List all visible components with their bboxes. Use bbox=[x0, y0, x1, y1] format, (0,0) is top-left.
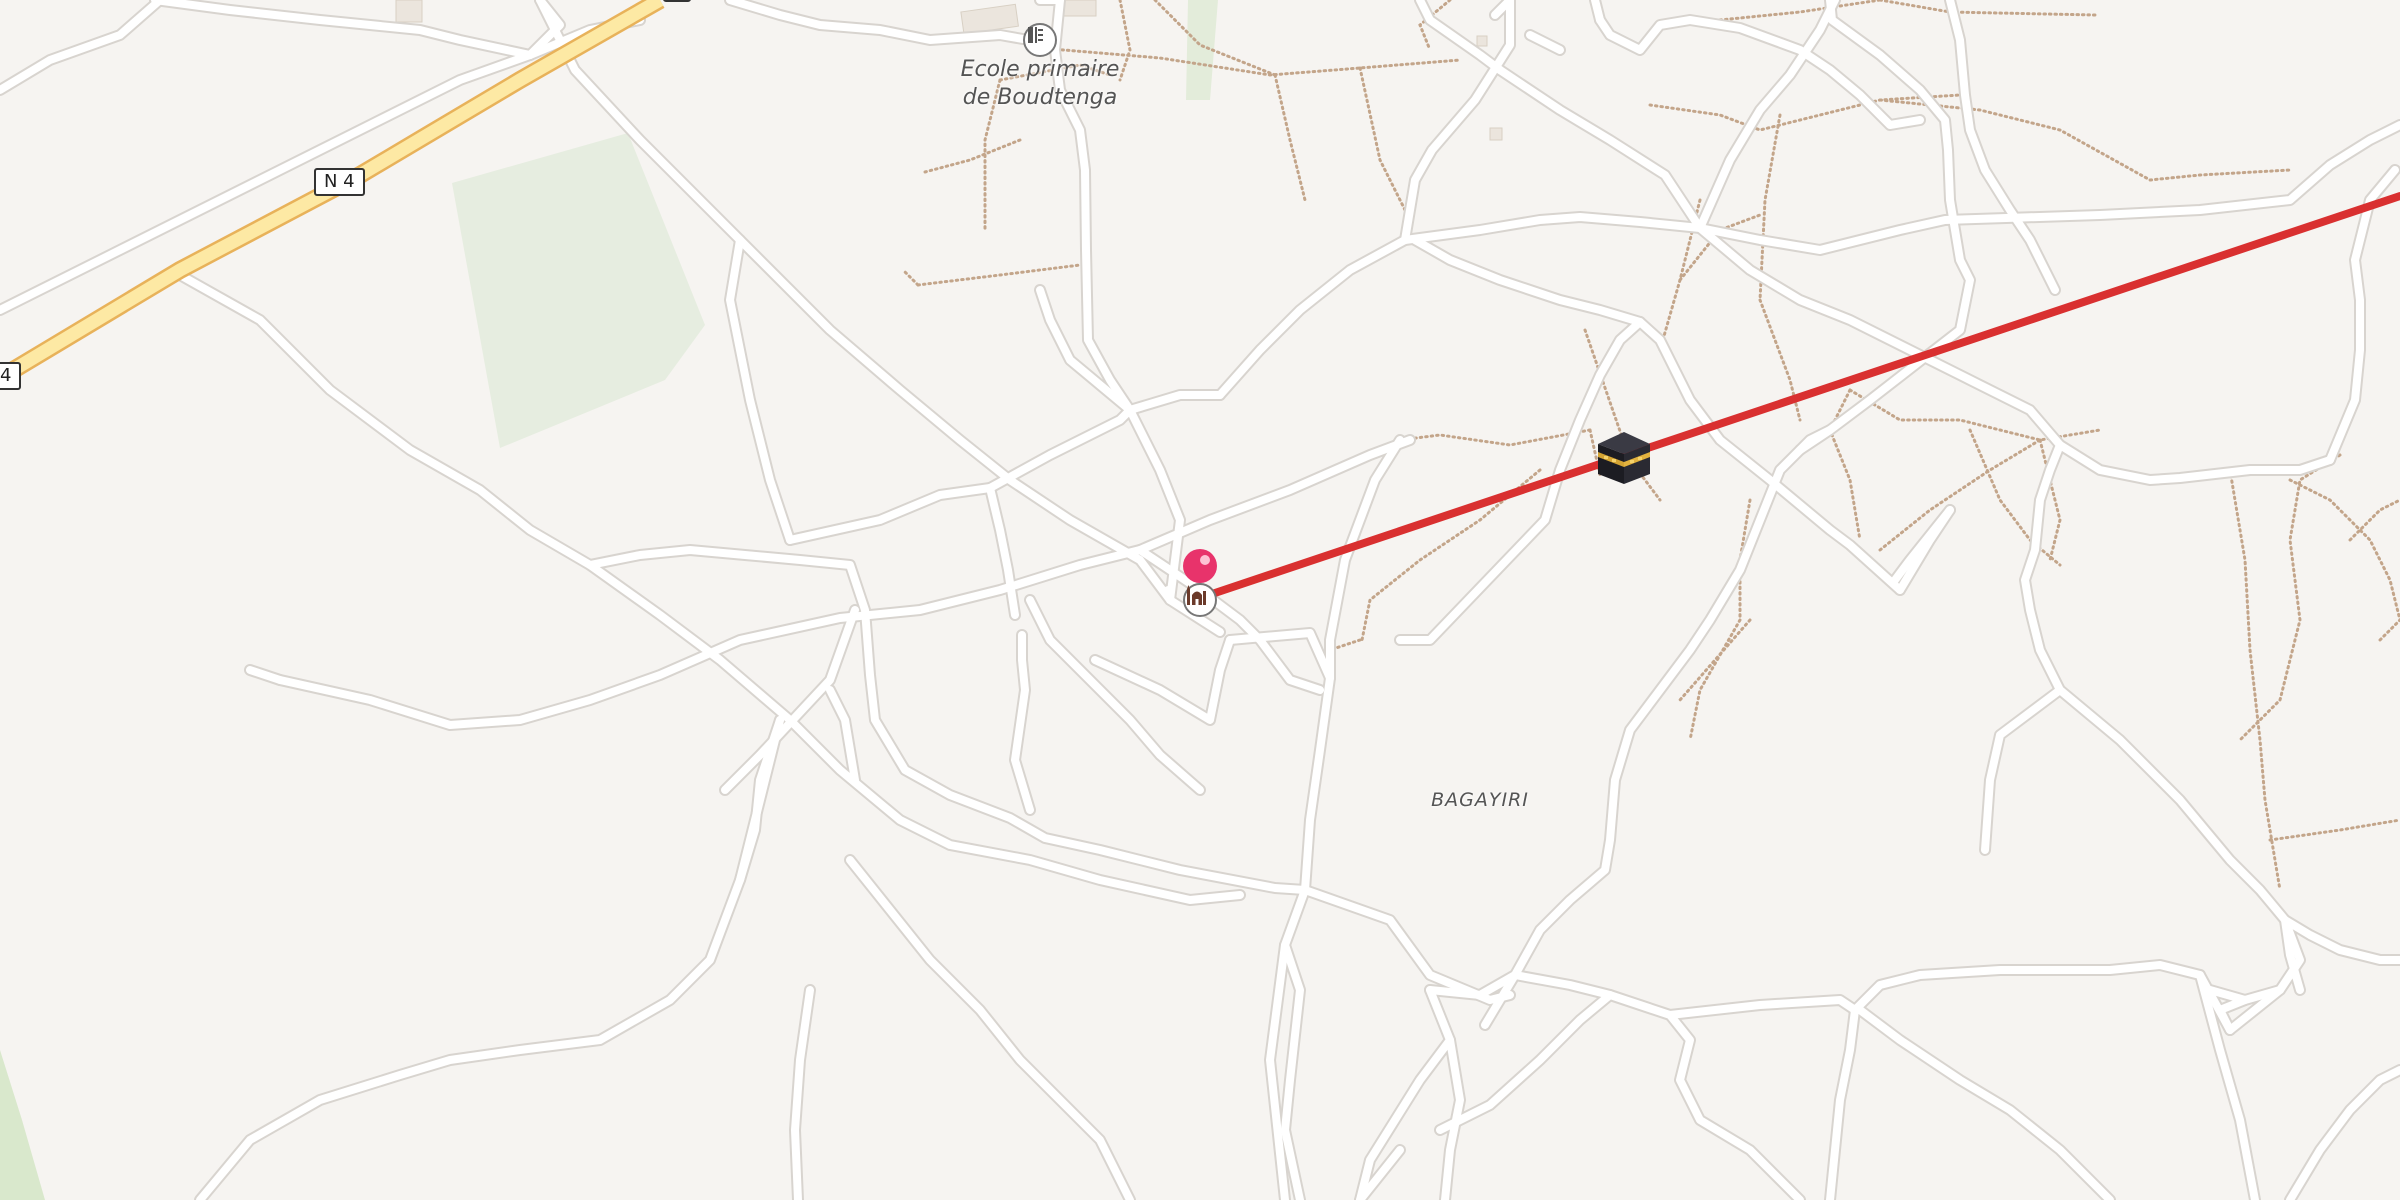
mosque-icon[interactable] bbox=[1183, 583, 1217, 617]
road-shield-top bbox=[663, 0, 691, 2]
school-label: Ecole primaire de Boudtenga bbox=[940, 56, 1140, 112]
road-shield-n4: N 4 bbox=[314, 168, 365, 196]
school-label-line2: de Boudtenga bbox=[962, 85, 1118, 110]
locality-label: BAGAYIRI bbox=[1431, 789, 1529, 811]
road-shield-edge: 4 bbox=[0, 362, 22, 390]
school-icon[interactable] bbox=[1023, 23, 1057, 57]
map-canvas[interactable]: N 4 4 Ecole primaire de Boudtenga BAGAYI… bbox=[0, 0, 2400, 1200]
kaaba-icon bbox=[1598, 432, 1650, 484]
park-area bbox=[452, 133, 705, 448]
school-label-line1: Ecole primaire bbox=[960, 57, 1120, 82]
park-area-corner bbox=[0, 1050, 45, 1200]
